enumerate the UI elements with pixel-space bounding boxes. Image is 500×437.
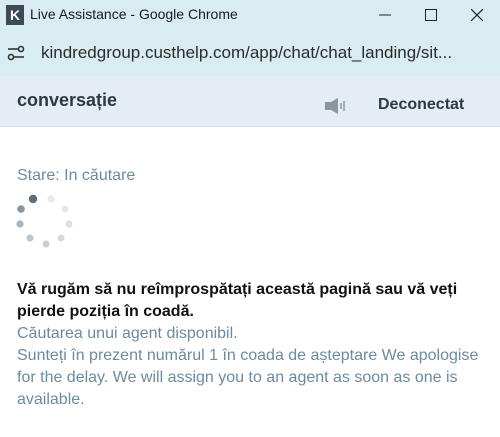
address-bar: kindredgroup.custhelp.com/app/chat/chat_… [0, 30, 500, 76]
url-text[interactable]: kindredgroup.custhelp.com/app/chat/chat_… [41, 43, 452, 63]
conversation-title: conversație [17, 90, 118, 110]
speaker-icon[interactable] [324, 97, 346, 115]
minimize-button[interactable] [362, 0, 408, 30]
window-titlebar: K Live Assistance - Google Chrome [0, 0, 500, 30]
maximize-icon [425, 9, 437, 21]
site-info-icon[interactable] [6, 43, 26, 63]
maximize-button[interactable] [408, 0, 454, 30]
queue-message: Sunteți în prezent numărul 1 în coada de… [17, 347, 479, 408]
kindred-app-icon: K [6, 5, 24, 25]
minimize-icon [379, 14, 391, 16]
searching-message: Căutarea unui agent disponibil. [17, 325, 238, 342]
status-text: Stare: In căutare [17, 167, 136, 184]
chat-messages: Vă rugăm să nu reîmprospătați această pa… [17, 279, 487, 411]
window-title: Live Assistance - Google Chrome [30, 6, 238, 22]
disconnect-button[interactable]: Deconectat [372, 96, 470, 114]
close-button[interactable] [454, 0, 500, 30]
close-icon [471, 9, 483, 21]
loading-spinner-icon [16, 194, 73, 248]
refresh-warning: Vă rugăm să nu reîmprospătați această pa… [17, 281, 458, 320]
